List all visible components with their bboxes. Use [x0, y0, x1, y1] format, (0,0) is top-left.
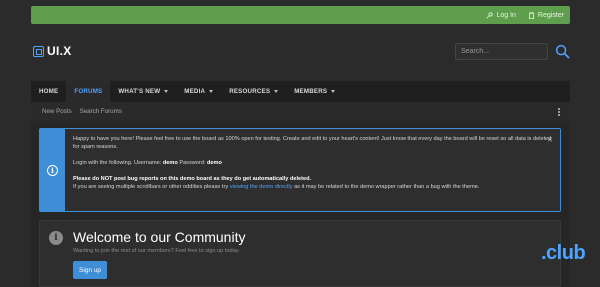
login-prefix: Login with the following. Username:	[73, 160, 163, 166]
notice-intro: Happy to have you here! Please feel free…	[73, 136, 552, 150]
chevron-down-icon[interactable]	[274, 90, 279, 93]
more-options-icon[interactable]	[558, 108, 560, 116]
nav-media-label: MEDIA	[184, 88, 206, 95]
register-link[interactable]: Register	[528, 12, 564, 19]
logo-text: UI.X	[47, 44, 72, 58]
nav-members-label: MEMBERS	[294, 88, 328, 95]
close-icon[interactable]: ✕	[547, 136, 553, 144]
login-link[interactable]: Log In	[486, 11, 516, 19]
scroll-prefix: If you are seeing multiple scrollbars or…	[73, 184, 230, 190]
chevron-down-icon[interactable]	[164, 90, 169, 93]
nav-home[interactable]: HOME	[31, 81, 66, 102]
notice-warning: Please do NOT post bug reports on this d…	[73, 175, 552, 183]
nav-resources-label: RESOURCES	[229, 88, 271, 95]
nav-media[interactable]: MEDIA	[176, 81, 221, 102]
clipboard-icon	[528, 11, 534, 19]
welcome-block: i Welcome to our Community Wanting to jo…	[39, 220, 561, 287]
nav-forums-label: FORUMS	[74, 88, 103, 95]
top-bar: Log In Register	[31, 6, 570, 24]
info-icon: i	[49, 231, 63, 245]
club-watermark: .club	[541, 242, 586, 264]
welcome-subtitle: Wanting to join the rest of our members?…	[73, 248, 240, 254]
nav-resources[interactable]: RESOURCES	[221, 81, 286, 102]
search-icon[interactable]	[555, 44, 570, 59]
nav-forums[interactable]: FORUMS	[66, 81, 111, 102]
search-forums-link[interactable]: Search Forums	[80, 108, 122, 115]
sign-up-button[interactable]: Sign up	[73, 261, 108, 279]
scroll-suffix: as it may be related to the demo wrapper…	[292, 184, 480, 190]
chevron-down-icon[interactable]	[209, 90, 214, 93]
demo-password: demo	[207, 160, 222, 166]
main-nav: HOME FORUMS WHAT'S NEW MEDIA RESOURCES M…	[31, 81, 570, 102]
nav-whats-new-label: WHAT'S NEW	[118, 88, 161, 95]
login-label: Log In	[496, 11, 516, 19]
notice-box: i Happy to have you here! Please feel fr…	[39, 128, 561, 212]
demo-username: demo	[162, 160, 178, 166]
password-label: Password:	[177, 160, 208, 166]
logo-icon	[33, 45, 44, 57]
chevron-down-icon[interactable]	[331, 90, 336, 93]
sub-nav: New Posts Search Forums	[31, 102, 570, 121]
notice-scroll: If you are seeing multiple scrollbars or…	[73, 183, 552, 191]
search-input[interactable]: Search...	[455, 43, 548, 60]
notice-login: Login with the following. Username: demo…	[73, 159, 552, 167]
notice-sidebar: i	[40, 129, 65, 211]
warning-text: Please do NOT post bug reports on this d…	[73, 176, 312, 182]
notice-body: Happy to have you here! Please feel free…	[65, 129, 560, 211]
new-posts-link[interactable]: New Posts	[42, 108, 72, 115]
site-logo[interactable]: UI.X	[33, 44, 72, 58]
nav-whats-new[interactable]: WHAT'S NEW	[110, 81, 176, 102]
register-label: Register	[537, 11, 564, 19]
info-icon: i	[47, 164, 58, 176]
welcome-title: Welcome to our Community	[73, 229, 246, 245]
key-icon	[486, 11, 494, 19]
nav-home-label: HOME	[39, 88, 59, 95]
nav-members[interactable]: MEMBERS	[286, 81, 343, 102]
view-demo-link[interactable]: viewing the demo directly	[230, 184, 293, 190]
